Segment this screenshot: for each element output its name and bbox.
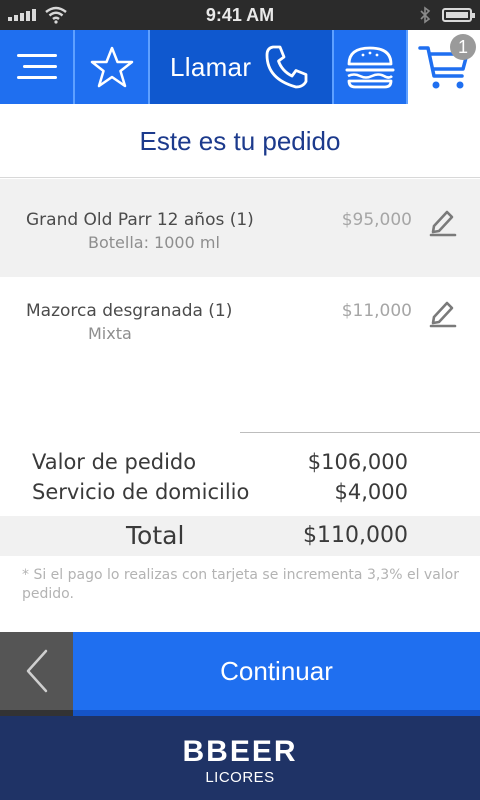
call-button[interactable]: Llamar	[150, 30, 332, 104]
chevron-left-icon	[26, 649, 47, 693]
phone-icon	[265, 45, 308, 89]
total-label: Total	[126, 521, 185, 550]
item-name: Grand Old Parr 12 años (1)	[26, 210, 254, 230]
order-item: Grand Old Parr 12 años (1) Botella: 1000…	[0, 179, 480, 277]
summary-divider	[240, 432, 480, 433]
favorites-button[interactable]	[75, 30, 148, 104]
delivery-label: Servicio de domicilio	[32, 480, 250, 504]
item-detail: Botella: 1000 ml	[88, 233, 220, 252]
edit-icon[interactable]	[428, 296, 458, 328]
subtotal-label: Valor de pedido	[32, 450, 197, 474]
brand-logo: BBEER LICORES	[182, 736, 298, 790]
total-row: Total $110,000	[0, 516, 480, 556]
brand-name: BBEER	[182, 735, 298, 768]
top-nav-bar: Llamar	[0, 30, 480, 104]
star-icon	[90, 46, 133, 88]
menu-food-button[interactable]	[334, 30, 406, 104]
burger-icon	[345, 46, 395, 89]
delivery-value: $4,000	[334, 480, 408, 504]
footer: BBEER LICORES	[0, 716, 480, 800]
item-price: $95,000	[341, 210, 412, 230]
total-value: $110,000	[303, 523, 408, 548]
back-button[interactable]	[0, 632, 73, 716]
item-price: $11,000	[341, 301, 412, 321]
subtotal-value: $106,000	[307, 450, 408, 474]
card-fee-note: * Si el pago lo realizas con tarjeta se …	[22, 567, 459, 602]
menu-button[interactable]	[0, 30, 73, 104]
status-bar: 9:41 AM	[0, 0, 480, 30]
order-item: Mazorca desgranada (1) Mixta $11,000	[0, 270, 480, 368]
page-title: Este es tu pedido	[0, 104, 480, 178]
item-name: Mazorca desgranada (1)	[26, 301, 233, 321]
subtotal-row: Valor de pedido $106,000	[0, 450, 480, 480]
edit-icon[interactable]	[428, 205, 458, 237]
continue-button[interactable]: Continuar	[73, 632, 480, 716]
cart-count-badge: 1	[450, 34, 476, 60]
delivery-row: Servicio de domicilio $4,000	[0, 480, 480, 510]
bluetooth-icon	[420, 6, 431, 24]
menu-icon	[16, 54, 57, 79]
call-button-label: Llamar	[170, 51, 252, 82]
battery-icon	[442, 8, 475, 22]
item-detail: Mixta	[88, 324, 132, 343]
brand-subtitle: LICORES	[205, 769, 275, 786]
status-time: 9:41 AM	[205, 5, 275, 25]
